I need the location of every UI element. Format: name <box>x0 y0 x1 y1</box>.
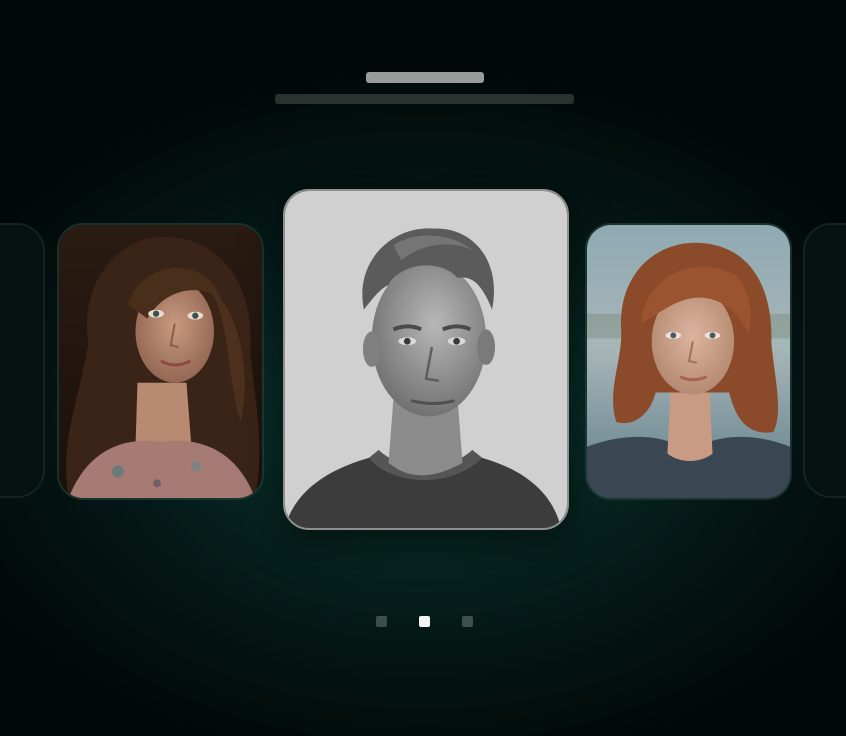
carousel-card-offscreen-right[interactable] <box>803 223 846 498</box>
pagination-dot-2-active[interactable] <box>419 616 430 627</box>
portrait-photo <box>59 225 262 498</box>
portrait-photo <box>285 191 567 528</box>
carousel-pagination <box>376 616 476 628</box>
portrait-photo <box>587 225 790 498</box>
pagination-dot-3[interactable] <box>462 616 473 627</box>
carousel-card-previous[interactable] <box>57 223 264 500</box>
carousel-card-offscreen-left[interactable] <box>0 223 45 498</box>
carousel-card-next[interactable] <box>585 223 792 500</box>
carousel-card-active[interactable] <box>283 189 569 530</box>
pagination-dot-1[interactable] <box>376 616 387 627</box>
